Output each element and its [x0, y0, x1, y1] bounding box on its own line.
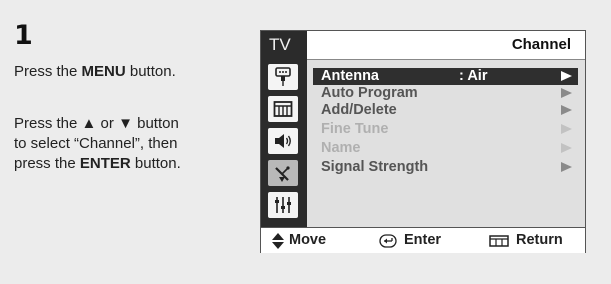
instruction-text: Press the	[14, 63, 82, 80]
menu-item-add-delete[interactable]: Add/Delete	[313, 102, 578, 119]
step-number: 1	[14, 20, 33, 51]
instruction-text: button.	[125, 63, 176, 80]
footer-return-hint: Return	[489, 228, 563, 253]
menu-button-name: MENU	[81, 63, 126, 80]
menu-item-fine-tune: Fine Tune	[313, 121, 578, 138]
submenu-arrow-icon	[561, 88, 572, 98]
menu-item-signal-strength[interactable]: Signal Strength	[313, 159, 578, 176]
menu-item-label: Add/Delete	[321, 102, 397, 118]
menu-item-antenna[interactable]: Antenna : Air	[313, 68, 578, 85]
footer-return-label: Return	[516, 232, 563, 248]
instruction-panel: 1 Press the MENU button. Press the ▲ or …	[0, 0, 611, 284]
menu-item-label: Antenna	[321, 68, 379, 84]
instruction-text: button	[132, 115, 179, 132]
instruction-block-select: Press the ▲ or ▼ button to select “Chann…	[14, 114, 181, 174]
return-icon	[489, 234, 509, 247]
channel-icon[interactable]	[268, 160, 298, 186]
input-icon[interactable]	[268, 64, 298, 90]
submenu-arrow-icon	[561, 124, 572, 134]
menu-item-label: Fine Tune	[321, 121, 389, 137]
submenu-arrow-icon	[561, 105, 572, 115]
menu-item-auto-program[interactable]: Auto Program	[313, 85, 578, 102]
osd-side-title: TV	[269, 35, 291, 54]
instruction-line-menu: Press the MENU button.	[14, 62, 176, 82]
menu-item-label: Name	[321, 140, 361, 156]
osd-menu-title: Channel	[511, 36, 571, 53]
enter-icon	[379, 233, 397, 248]
footer-move-label: Move	[289, 232, 327, 248]
instruction-line: press the ENTER button.	[14, 154, 181, 174]
instruction-line: Press the ▲ or ▼ button	[14, 114, 181, 134]
tv-osd-screen: TV Channel Antenna : Air Auto Program Ad…	[260, 30, 586, 253]
osd-side-menu: TV	[261, 31, 307, 227]
picture-icon[interactable]	[268, 96, 298, 122]
instruction-text: or	[96, 115, 119, 132]
menu-item-label: Auto Program	[321, 85, 418, 101]
up-down-arrow-icon	[272, 232, 284, 249]
menu-item-name: Name	[313, 140, 578, 157]
menu-item-value: : Air	[459, 68, 488, 84]
footer-enter-hint: Enter	[379, 228, 441, 253]
submenu-arrow-icon	[561, 162, 572, 172]
osd-header: Channel	[307, 31, 585, 60]
menu-item-label: Signal Strength	[321, 159, 429, 175]
footer-enter-label: Enter	[404, 232, 442, 248]
instruction-text: press the	[14, 155, 80, 172]
channel-menu: Antenna : Air Auto Program Add/Delete Fi…	[307, 60, 585, 227]
setup-icon[interactable]	[268, 192, 298, 218]
up-arrow-icon: ▲	[81, 115, 97, 132]
instruction-text: button.	[130, 155, 181, 172]
footer-move-hint: Move	[271, 228, 326, 253]
instruction-line: to select “Channel”, then	[14, 135, 178, 152]
submenu-arrow-icon	[561, 71, 572, 81]
instruction-text: Press the	[14, 115, 82, 132]
enter-button-name: ENTER	[79, 155, 131, 172]
submenu-arrow-icon	[561, 143, 572, 153]
osd-footer: Move Enter Return	[261, 227, 585, 253]
sound-icon[interactable]	[268, 128, 298, 154]
down-arrow-icon: ▼	[118, 115, 133, 132]
